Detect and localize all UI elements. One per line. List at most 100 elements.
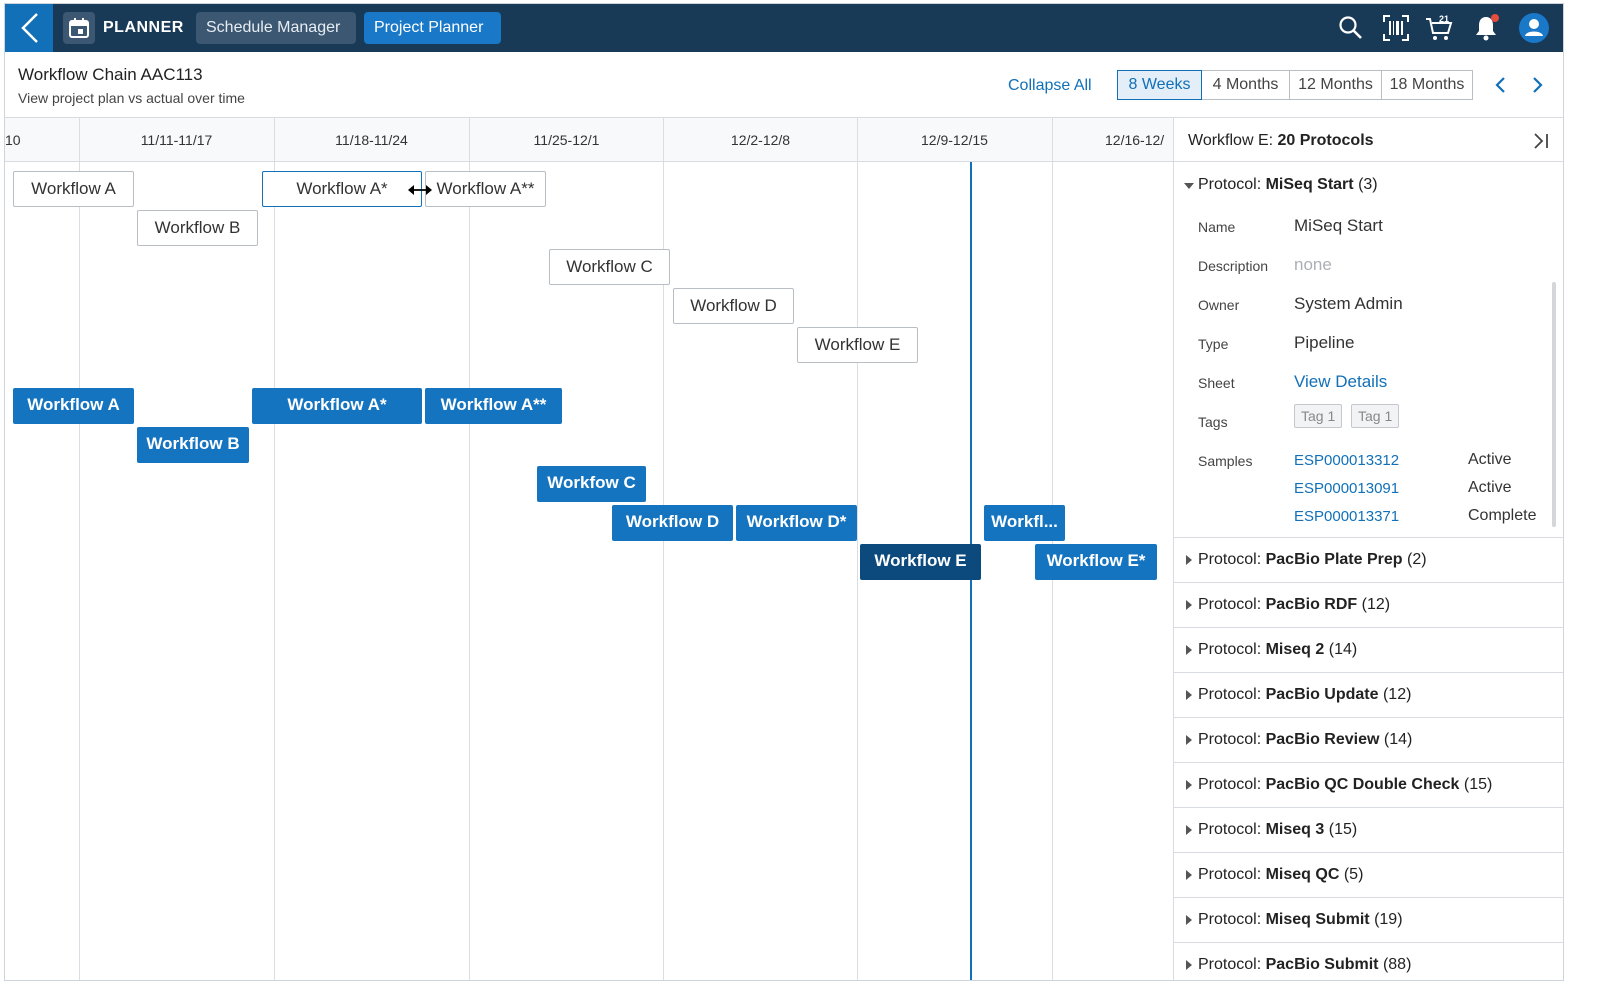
week-label: 10	[5, 132, 21, 148]
search-icon[interactable]	[1337, 14, 1365, 42]
chevron-right-icon[interactable]	[1528, 76, 1546, 94]
protocol-title[interactable]: Protocol: MiSeq Start (3)	[1198, 176, 1378, 194]
plan-bar-workflow-a-2star[interactable]: Workflow A**	[425, 171, 546, 207]
range-12-months[interactable]: 12 Months	[1290, 70, 1382, 100]
resize-handle-icon[interactable]	[407, 183, 433, 197]
header-divider	[1052, 118, 1053, 163]
sample-link[interactable]: ESP000013312	[1294, 452, 1399, 469]
samples-label: Samples	[1198, 453, 1253, 469]
app-name: PLANNER	[103, 19, 184, 36]
grid-line	[857, 117, 858, 980]
week-label: 12/2-12/8	[730, 132, 791, 148]
sample-link[interactable]: ESP000013091	[1294, 480, 1399, 497]
actual-bar-workflow-e-star[interactable]: Workflow E*	[1035, 544, 1157, 580]
protocol-details-panel: Workflow E: 20 Protocols Protocol: MiSeq…	[1173, 117, 1563, 980]
gantt-timeline: 10 11/11-11/17 11/18-11/24 11/25-12/1 12…	[5, 117, 1173, 980]
type-value: Pipeline	[1294, 333, 1355, 352]
grid-line	[274, 117, 275, 980]
protocol-row[interactable]: Protocol: Miseq 3 (15)	[1174, 808, 1563, 853]
plan-bar-workflow-a-star[interactable]: Workflow A*	[262, 171, 422, 207]
protocol-row[interactable]: Protocol: PacBio Plate Prep (2)	[1174, 538, 1563, 583]
protocol-row[interactable]: Protocol: PacBio Update (12)	[1174, 673, 1563, 718]
calendar-icon	[63, 12, 95, 44]
protocol-row[interactable]: Protocol: Miseq QC (5)	[1174, 853, 1563, 898]
sample-status: Complete	[1468, 507, 1537, 524]
notification-dot	[1491, 14, 1499, 22]
sample-status: Active	[1468, 479, 1512, 496]
tab-project-planner[interactable]: Project Planner	[364, 12, 501, 44]
type-label: Type	[1198, 336, 1229, 352]
week-label: 12/16-12/	[1105, 132, 1165, 148]
actual-bar-workflow-e[interactable]: Workflow E	[860, 544, 981, 580]
protocol-name: MiSeq Start	[1265, 176, 1354, 193]
actual-bar-workflow-b[interactable]: Workflow B	[137, 427, 249, 463]
page-subtitle: View project plan vs actual over time	[18, 90, 245, 106]
actual-bar-workflow-a-2star[interactable]: Workflow A**	[425, 388, 562, 424]
panel-scrollbar[interactable]	[1552, 282, 1556, 527]
top-bar: PLANNER Schedule Manager Project Planner…	[5, 4, 1563, 52]
actual-bar-workflow-d[interactable]: Workflow D	[612, 505, 733, 541]
panel-header: Workflow E: 20 Protocols	[1174, 117, 1563, 162]
grid-line	[79, 117, 80, 980]
week-label: 11/25-12/1	[533, 132, 600, 148]
protocol-row[interactable]: Protocol: PacBio RDF (12)	[1174, 583, 1563, 628]
protocol-count: (3)	[1358, 176, 1378, 193]
description-label: Description	[1198, 258, 1269, 274]
protocol-row[interactable]: Protocol: Miseq Submit (19)	[1174, 898, 1563, 943]
protocol-row[interactable]: Protocol: PacBio Submit (88)	[1174, 943, 1563, 980]
sample-link[interactable]: ESP000013371	[1294, 508, 1399, 525]
plan-bar-workflow-c[interactable]: Workflow C	[549, 249, 670, 285]
app-window: PLANNER Schedule Manager Project Planner…	[4, 3, 1564, 981]
expand-triangle-icon	[1186, 825, 1192, 835]
actual-bar-workflow-a-star[interactable]: Workflow A*	[252, 388, 422, 424]
svg-text:21: 21	[1439, 14, 1449, 24]
expand-triangle-icon	[1186, 870, 1192, 880]
name-label: Name	[1198, 219, 1236, 235]
barcode-scan-icon[interactable]	[1382, 14, 1410, 42]
week-label: 12/9-12/15	[921, 132, 988, 148]
tag-chip[interactable]: Tag 1	[1294, 404, 1343, 428]
chevron-left-icon[interactable]	[1492, 76, 1510, 94]
grid-line	[663, 117, 664, 980]
owner-value: System Admin	[1294, 294, 1403, 313]
panel-title: Workflow E: 20 Protocols	[1188, 132, 1374, 150]
owner-label: Owner	[1198, 297, 1240, 313]
plan-bar-workflow-e[interactable]: Workflow E	[797, 327, 918, 363]
collapse-all-link[interactable]: Collapse All	[1008, 77, 1092, 95]
description-value: none	[1294, 255, 1332, 274]
plan-bar-workflow-d[interactable]: Workflow D	[673, 288, 794, 324]
range-8-weeks[interactable]: 8 Weeks	[1117, 70, 1202, 100]
tags-label: Tags	[1198, 414, 1228, 430]
plan-bar-workflow-a[interactable]: Workflow A	[13, 171, 134, 207]
name-value: MiSeq Start	[1294, 216, 1383, 235]
tab-schedule-manager[interactable]: Schedule Manager	[196, 12, 356, 44]
panel-title-prefix: Workflow E:	[1188, 132, 1274, 149]
range-18-months[interactable]: 18 Months	[1382, 70, 1473, 100]
expand-triangle-icon	[1186, 555, 1192, 565]
back-button[interactable]	[5, 4, 53, 52]
cart-icon[interactable]: 21	[1425, 14, 1453, 42]
actual-bar-workflow-c[interactable]: Workfow C	[537, 466, 646, 502]
expand-triangle-icon	[1186, 600, 1192, 610]
week-label: 11/11-11/17	[140, 132, 213, 148]
user-avatar-icon[interactable]	[1519, 13, 1549, 43]
expand-triangle-icon	[1186, 690, 1192, 700]
tag-chip[interactable]: Tag 1	[1351, 404, 1400, 428]
plan-bar-workflow-b[interactable]: Workflow B	[137, 210, 258, 246]
protocol-row[interactable]: Protocol: Miseq 2 (14)	[1174, 628, 1563, 673]
protocol-row[interactable]: Protocol: PacBio Review (14)	[1174, 718, 1563, 763]
panel-title-count: 20 Protocols	[1277, 132, 1374, 149]
actual-bar-workflow-truncated[interactable]: Workfl...	[984, 505, 1065, 541]
protocol-row[interactable]: Protocol: PacBio QC Double Check (15)	[1174, 763, 1563, 808]
actual-bar-workflow-d-star[interactable]: Workflow D*	[736, 505, 857, 541]
page-title: Workflow Chain AAC113	[18, 65, 203, 84]
range-4-months[interactable]: 4 Months	[1202, 70, 1290, 100]
bell-icon[interactable]	[1472, 14, 1500, 42]
collapse-panel-icon[interactable]	[1532, 132, 1550, 150]
protocol-expanded-miseq-start: Protocol: MiSeq Start (3) Name MiSeq Sta…	[1174, 162, 1563, 538]
sample-status: Active	[1468, 451, 1512, 468]
expand-triangle-icon	[1186, 780, 1192, 790]
collapse-triangle-icon[interactable]	[1184, 183, 1194, 189]
actual-bar-workflow-a[interactable]: Workflow A	[13, 388, 134, 424]
view-details-link[interactable]: View Details	[1294, 372, 1387, 392]
